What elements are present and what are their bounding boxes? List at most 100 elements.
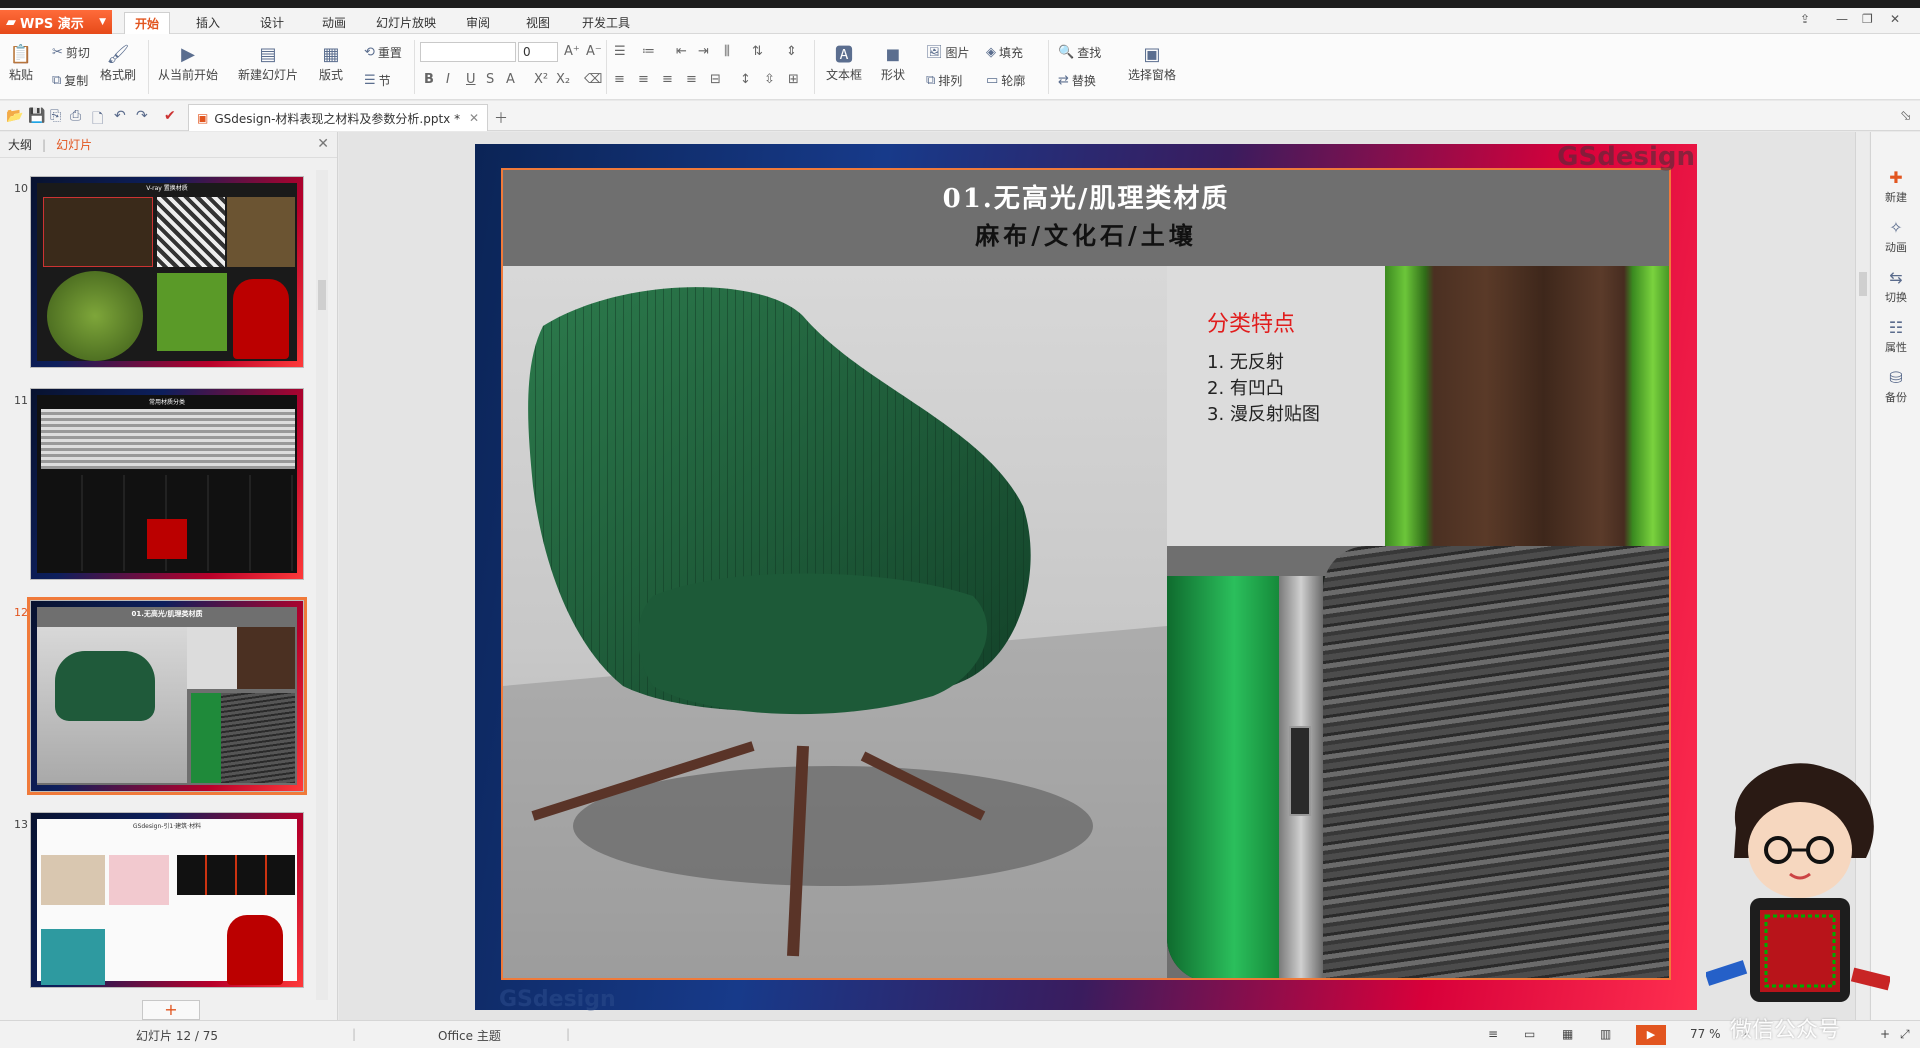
document-tab[interactable]: ▣ GSdesign-材料表现之材料及参数分析.pptx * ✕ bbox=[188, 104, 488, 131]
print-preview-icon[interactable]: 🗋 bbox=[92, 108, 103, 132]
tab-home[interactable]: 开始 bbox=[124, 12, 171, 34]
format-painter-button[interactable]: 🖌 格式刷 bbox=[100, 42, 136, 83]
align-left-icon[interactable]: ≡ bbox=[614, 72, 625, 87]
zoom-in-icon[interactable]: + bbox=[1880, 1027, 1890, 1041]
slide-sorter-icon[interactable]: ▦ bbox=[1562, 1027, 1573, 1041]
task-properties-button[interactable]: ☷ 属性 bbox=[1871, 318, 1920, 355]
fill-button[interactable]: ◈ 填充 bbox=[986, 44, 1023, 61]
slide-subtitle[interactable]: 麻布/文化石/土壤 bbox=[503, 216, 1669, 251]
notes-icon[interactable]: ≡ bbox=[1488, 1027, 1498, 1041]
play-slideshow-button[interactable]: ▶ bbox=[1636, 1025, 1666, 1045]
wps-menu-button[interactable]: ▰ WPS 演示 ▼ bbox=[0, 10, 112, 34]
new-slide-button[interactable]: ▤ 新建幻灯片 bbox=[238, 42, 298, 83]
scrollbar-thumb[interactable] bbox=[1859, 272, 1867, 296]
font-color-icon[interactable]: A bbox=[506, 72, 515, 87]
grow-font-icon[interactable]: A⁺ bbox=[564, 44, 580, 59]
close-button[interactable]: ✕ bbox=[1890, 12, 1900, 26]
distribute-icon[interactable]: ⊟ bbox=[710, 72, 721, 87]
slide-thumbnail-13[interactable]: GSdesign-引1·建筑·材料 bbox=[30, 812, 304, 988]
arrange-button[interactable]: ⧉ 排列 bbox=[926, 72, 962, 89]
tab-view[interactable]: 视图 bbox=[516, 12, 560, 34]
soil-texture-image[interactable] bbox=[1385, 266, 1669, 546]
font-name-combo[interactable] bbox=[420, 42, 516, 62]
slide-title[interactable]: 01.无高光/肌理类材质 bbox=[503, 178, 1669, 215]
paste-button[interactable]: 📋 粘贴 bbox=[8, 42, 34, 83]
chair-image[interactable] bbox=[503, 266, 1167, 978]
add-slide-button[interactable]: + bbox=[142, 1000, 200, 1020]
sort-icon[interactable]: ⇕ bbox=[786, 44, 797, 59]
task-backup-button[interactable]: ⛁ 备份 bbox=[1871, 368, 1920, 405]
clear-format-icon[interactable]: ⌫ bbox=[584, 72, 602, 87]
thumbnail-scrollbar[interactable] bbox=[316, 170, 328, 1000]
copy-button[interactable]: ⧉ 复制 bbox=[52, 72, 88, 89]
section-button[interactable]: ☰ 节 bbox=[364, 72, 391, 89]
text-align-vertical-icon[interactable]: ⊞ bbox=[788, 72, 799, 87]
column-icon[interactable]: ⫼ bbox=[724, 44, 730, 59]
cut-button[interactable]: ✂ 剪切 bbox=[52, 44, 90, 61]
slide-canvas[interactable]: 分类特点 1. 无反射 2. 有凹凸 3. 漫反射贴图 01.无高光/肌理类材质… bbox=[475, 142, 1697, 1012]
decrease-indent-icon[interactable]: ⇤ bbox=[676, 44, 687, 59]
text-direction-icon[interactable]: ⇅ bbox=[752, 44, 763, 59]
task-animation-button[interactable]: ✧ 动画 bbox=[1871, 218, 1920, 255]
reading-view-icon[interactable]: ▥ bbox=[1600, 1027, 1611, 1041]
normal-view-icon[interactable]: ▭ bbox=[1524, 1027, 1535, 1041]
subscript-icon[interactable]: X₂ bbox=[556, 72, 570, 87]
redo-icon[interactable]: ↷ bbox=[136, 108, 148, 124]
replace-button[interactable]: ⇄ 替换 bbox=[1058, 72, 1096, 89]
outline-button[interactable]: ▭ 轮廓 bbox=[986, 72, 1025, 89]
open-folder-icon[interactable]: 📂 bbox=[6, 108, 23, 124]
close-panel-icon[interactable]: ✕ bbox=[317, 136, 329, 152]
italic-icon[interactable]: I bbox=[446, 72, 450, 87]
numbering-icon[interactable]: ≔ bbox=[642, 44, 655, 59]
tab-animation[interactable]: 动画 bbox=[312, 12, 356, 34]
fit-window-icon[interactable]: ⤢ bbox=[1900, 1027, 1910, 1042]
task-new-button[interactable]: ✚ 新建 bbox=[1871, 168, 1920, 205]
scrollbar-thumb[interactable] bbox=[318, 280, 326, 310]
close-tab-icon[interactable]: ✕ bbox=[469, 111, 479, 125]
align-center-icon[interactable]: ≡ bbox=[638, 72, 649, 87]
export-icon[interactable]: ⎘ bbox=[50, 108, 61, 124]
minimize-button[interactable]: — bbox=[1836, 12, 1848, 26]
font-size-combo[interactable]: 0 bbox=[518, 42, 558, 62]
zoom-level[interactable]: 77 % bbox=[1690, 1027, 1721, 1041]
tab-slides[interactable]: 幻灯片 bbox=[56, 136, 92, 153]
undo-icon[interactable]: ↶ bbox=[114, 108, 126, 124]
shadow-icon[interactable]: S bbox=[486, 72, 494, 87]
shrink-font-icon[interactable]: A⁻ bbox=[586, 44, 602, 59]
reset-button[interactable]: ⟲ 重置 bbox=[364, 44, 402, 61]
bullets-icon[interactable]: ☰ bbox=[614, 44, 626, 59]
picture-button[interactable]: 🖼 图片 bbox=[926, 44, 970, 61]
customize-icon[interactable]: ✔ bbox=[164, 108, 176, 124]
underline-icon[interactable]: U bbox=[466, 72, 476, 87]
tab-slideshow[interactable]: 幻灯片放映 bbox=[366, 12, 446, 34]
slide-thumbnail-11[interactable]: 常用材质分类 bbox=[30, 388, 304, 580]
layout-button[interactable]: ▦ 版式 bbox=[318, 42, 344, 83]
selection-pane-button[interactable]: ▣ 选择窗格 bbox=[1128, 42, 1176, 83]
maximize-button[interactable]: ❐ bbox=[1862, 12, 1873, 26]
slide-thumbnail-12[interactable]: 01.无高光/肌理类材质 bbox=[27, 597, 307, 795]
increase-indent-icon[interactable]: ⇥ bbox=[698, 44, 709, 59]
shape-button[interactable]: ◼ 形状 bbox=[880, 42, 906, 83]
tab-review[interactable]: 审阅 bbox=[456, 12, 500, 34]
print-icon[interactable]: ⎙ bbox=[70, 108, 81, 124]
tab-insert[interactable]: 插入 bbox=[186, 12, 230, 34]
from-current-button[interactable]: ▶ 从当前开始 bbox=[158, 42, 218, 83]
justify-icon[interactable]: ≡ bbox=[686, 72, 697, 87]
paragraph-spacing-icon[interactable]: ⇳ bbox=[764, 72, 775, 87]
align-right-icon[interactable]: ≡ bbox=[662, 72, 673, 87]
tab-outline[interactable]: 大纲 bbox=[8, 136, 32, 153]
tab-design[interactable]: 设计 bbox=[250, 12, 294, 34]
slide-thumbnail-10[interactable]: V-ray 置换材质 bbox=[30, 176, 304, 368]
bold-icon[interactable]: B bbox=[424, 72, 434, 87]
save-icon[interactable]: 💾 bbox=[28, 108, 45, 124]
line-spacing-icon[interactable]: ↕ bbox=[740, 72, 751, 87]
culture-stone-image[interactable] bbox=[1323, 546, 1669, 978]
new-tab-icon[interactable]: ＋ bbox=[494, 108, 508, 128]
collapse-ribbon-icon[interactable]: ⬂ bbox=[1900, 108, 1912, 124]
task-transition-button[interactable]: ⇆ 切换 bbox=[1871, 268, 1920, 305]
text-box-button[interactable]: 🅰 文本框 bbox=[826, 42, 862, 83]
find-button[interactable]: 🔍 查找 bbox=[1058, 44, 1101, 61]
tab-developer[interactable]: 开发工具 bbox=[572, 12, 640, 34]
superscript-icon[interactable]: X² bbox=[534, 72, 548, 87]
restore-ribbon-icon[interactable]: ⇪ bbox=[1800, 12, 1810, 26]
